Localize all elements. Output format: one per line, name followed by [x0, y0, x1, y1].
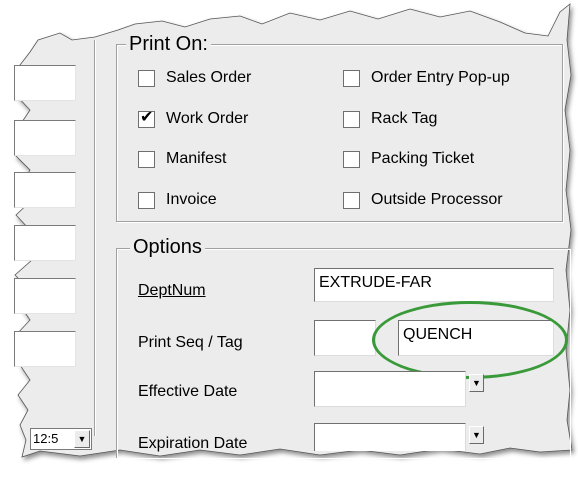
left-textbox-6[interactable]: [14, 331, 76, 367]
print-on-legend: Print On:: [126, 33, 211, 55]
chevron-down-icon: ▼: [472, 378, 481, 388]
expiration-date-dropdown-button[interactable]: ▼: [469, 426, 484, 444]
sales-order-checkbox-box[interactable]: [138, 69, 155, 87]
effective-date-label: Effective Date: [138, 383, 238, 400]
chevron-down-icon: ▼: [77, 434, 87, 444]
left-cut-combo[interactable]: 12:5 ▼: [30, 428, 92, 450]
invoice-label: Invoice: [166, 191, 217, 208]
invoice-checkbox-box[interactable]: [138, 191, 155, 209]
effective-date-dropdown-button[interactable]: ▼: [469, 374, 484, 392]
checkbox-order-entry-popup[interactable]: Order Entry Pop-up: [343, 69, 510, 87]
checkbox-rack-tag[interactable]: Rack Tag: [343, 110, 437, 128]
checkbox-invoice[interactable]: Invoice: [138, 191, 217, 209]
left-cut-combo-value: 12:5: [33, 431, 59, 446]
checkbox-sales-order[interactable]: Sales Order: [138, 69, 251, 87]
left-textbox-2[interactable]: [14, 120, 76, 156]
manifest-checkbox-box[interactable]: [138, 150, 155, 168]
order-entry-popup-checkbox-box[interactable]: [343, 69, 360, 87]
checkbox-work-order[interactable]: ✔ Work Order: [138, 108, 249, 128]
left-textbox-5[interactable]: [14, 278, 76, 314]
outside-processor-label: Outside Processor: [371, 191, 503, 208]
highlight-ring-annotation: [372, 301, 568, 379]
checkbox-outside-processor[interactable]: Outside Processor: [343, 191, 503, 209]
dept-num-field[interactable]: EXTRUDE-FAR: [314, 268, 554, 302]
left-textbox-3[interactable]: [14, 172, 76, 208]
dept-num-value: EXTRUDE-FAR: [319, 274, 432, 291]
options-legend: Options: [130, 236, 205, 258]
rack-tag-checkbox-box[interactable]: [343, 110, 360, 128]
sales-order-label: Sales Order: [166, 69, 252, 86]
checkmark-icon: ✔: [140, 108, 154, 126]
screenshot-frame: 12:5 ▼ Print On: Sales Order Order Entry…: [0, 0, 578, 485]
outside-processor-checkbox-box[interactable]: [343, 191, 360, 209]
checkbox-packing-ticket[interactable]: Packing Ticket: [343, 150, 474, 168]
packing-ticket-label: Packing Ticket: [371, 150, 475, 167]
packing-ticket-checkbox-box[interactable]: [343, 150, 360, 168]
left-combo-dropdown-button[interactable]: ▼: [74, 430, 90, 448]
print-seq-tag-label: Print Seq / Tag: [138, 334, 243, 351]
left-group-border: [94, 40, 95, 436]
work-order-label: Work Order: [166, 110, 249, 127]
left-textbox-4[interactable]: [14, 225, 76, 261]
dept-num-label: DeptNum: [138, 282, 206, 299]
effective-date-field[interactable]: [314, 371, 466, 407]
checkbox-manifest[interactable]: Manifest: [138, 150, 226, 168]
rack-tag-label: Rack Tag: [371, 110, 438, 127]
chevron-down-icon: ▼: [472, 430, 481, 440]
manifest-label: Manifest: [166, 150, 227, 167]
print-seq-field[interactable]: [314, 320, 376, 356]
expiration-date-label: Expiration Date: [138, 435, 248, 452]
order-entry-popup-label: Order Entry Pop-up: [371, 69, 510, 86]
expiration-date-field[interactable]: [314, 423, 466, 451]
left-textbox-1[interactable]: [14, 65, 76, 101]
work-order-checkbox-box[interactable]: ✔: [138, 108, 155, 128]
